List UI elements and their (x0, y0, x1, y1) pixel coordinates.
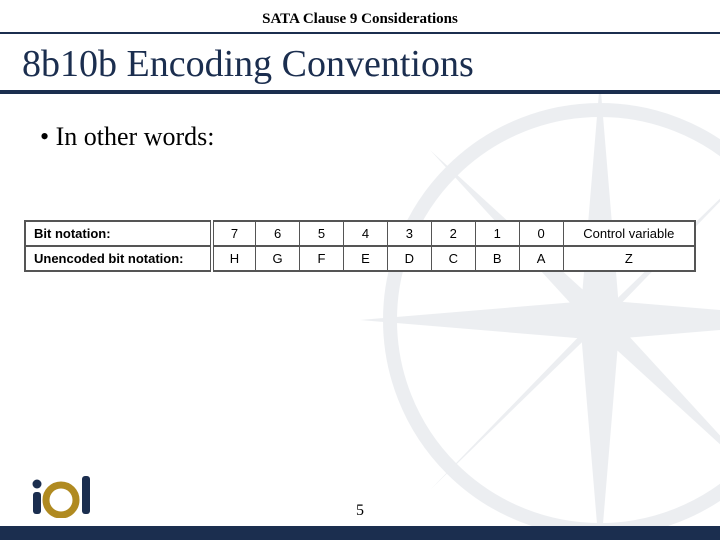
row-label: Unencoded bit notation: (25, 246, 212, 271)
control-cell: Control variable (563, 221, 695, 246)
title-bar: 8b10b Encoding Conventions (0, 34, 720, 94)
cell: 2 (431, 221, 475, 246)
cell: D (387, 246, 431, 271)
slide-title: 8b10b Encoding Conventions (22, 42, 698, 86)
cell: H (212, 246, 256, 271)
table-row: Unencoded bit notation: H G F E D C B A … (25, 246, 695, 271)
row-label: Bit notation: (25, 221, 212, 246)
table-row: Bit notation: 7 6 5 4 3 2 1 0 Control va… (25, 221, 695, 246)
control-cell: Z (563, 246, 695, 271)
cell: C (431, 246, 475, 271)
cell: B (475, 246, 519, 271)
cell: 1 (475, 221, 519, 246)
cell: 0 (519, 221, 563, 246)
body-area: In other words: (0, 94, 720, 152)
cell: 6 (256, 221, 300, 246)
bottom-bar (0, 526, 720, 540)
cell: 5 (300, 221, 344, 246)
cell: G (256, 246, 300, 271)
header-text: SATA Clause 9 Considerations (262, 11, 458, 28)
cell: A (519, 246, 563, 271)
slide-number: 5 (0, 502, 720, 520)
cell: 3 (387, 221, 431, 246)
bullet-item: In other words: (40, 122, 680, 152)
cell: 4 (343, 221, 387, 246)
cell: E (343, 246, 387, 271)
cell: 7 (212, 221, 256, 246)
cell: F (300, 246, 344, 271)
encoding-table: Bit notation: 7 6 5 4 3 2 1 0 Control va… (24, 220, 696, 272)
header-strip: SATA Clause 9 Considerations (0, 0, 720, 34)
